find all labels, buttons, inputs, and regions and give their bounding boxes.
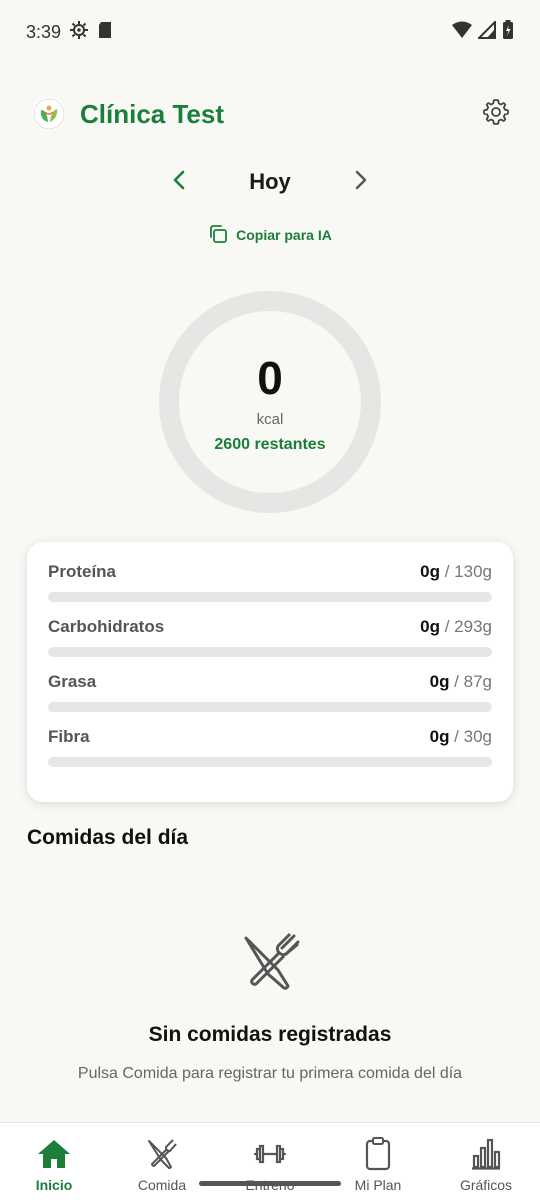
clinic-logo: [32, 97, 66, 131]
macro-name: Proteína: [48, 562, 117, 581]
macro-progress-track: [48, 757, 492, 767]
settings-button[interactable]: [480, 98, 512, 130]
nav-item-graficos[interactable]: Gráficos: [432, 1123, 540, 1200]
nav-label: Inicio: [35, 1177, 73, 1193]
nav-item-comida[interactable]: Comida: [108, 1123, 216, 1200]
macro-progress-track: [48, 647, 492, 657]
nav-item-entreno[interactable]: Entreno: [216, 1123, 324, 1200]
clipboard-icon: [361, 1137, 395, 1171]
next-day-button[interactable]: [340, 162, 380, 202]
date-navigator: Hoy: [0, 160, 540, 204]
gear-icon: [482, 98, 510, 131]
calories-unit: kcal: [256, 410, 284, 428]
app-title: Clínica Test: [80, 98, 225, 129]
chevron-left-icon: [170, 169, 190, 196]
nav-label: Mi Plan: [354, 1177, 402, 1193]
status-right: [452, 19, 514, 45]
meals-empty-state: Sin comidas registradas Pulsa Comida par…: [0, 930, 540, 1083]
macro-name: Grasa: [48, 672, 97, 691]
battery-icon: [502, 19, 514, 45]
macro-current: 0g: [429, 727, 450, 746]
gesture-home-indicator[interactable]: [199, 1181, 341, 1186]
macro-current: 0g: [420, 562, 440, 581]
macro-amount: 0g / 30g: [430, 727, 492, 747]
macro-target: / 87g: [449, 672, 492, 691]
macro-target: / 30g: [449, 727, 492, 746]
macro-current: 0g: [429, 672, 450, 691]
sd-card-icon: [97, 21, 113, 44]
nav-label: Comida: [137, 1177, 187, 1193]
chevron-right-icon: [350, 169, 370, 196]
nav-label: Gráficos: [459, 1177, 513, 1193]
macro-amount: 0g / 87g: [430, 672, 492, 692]
calorie-ring: 0 kcal 2600 restantes: [158, 290, 382, 514]
date-label: Hoy: [249, 169, 291, 194]
copy-for-ai-button[interactable]: Copiar para IA: [0, 222, 540, 248]
app-header: Clínica Test: [0, 88, 540, 140]
nav-item-inicio[interactable]: Inicio: [0, 1123, 108, 1200]
macro-current: 0g: [420, 617, 440, 636]
utensils-icon: [145, 1137, 179, 1171]
bar-chart-icon: [469, 1137, 503, 1171]
macro-row-fiber: Fibra 0g / 30g: [48, 727, 492, 782]
wifi-icon: [452, 21, 472, 44]
macro-name: Carbohidratos: [48, 617, 165, 636]
status-time: 3:39: [26, 21, 62, 42]
macro-row-protein: Proteína 0g / 130g: [48, 562, 492, 617]
macro-amount: 0g / 293g: [420, 617, 492, 637]
dumbbell-icon: [253, 1137, 287, 1171]
home-icon: [37, 1137, 71, 1171]
macro-amount: 0g / 130g: [420, 562, 492, 582]
nav-item-mi-plan[interactable]: Mi Plan: [324, 1123, 432, 1200]
previous-day-button[interactable]: [160, 162, 200, 202]
empty-state-subtitle: Pulsa Comida para registrar tu primera c…: [77, 1065, 463, 1082]
calorie-summary: 0 kcal 2600 restantes: [158, 290, 382, 514]
macro-progress-track: [48, 702, 492, 712]
meals-section-title: Comidas del día: [27, 826, 189, 849]
copy-for-ai-label: Copiar para IA: [236, 227, 332, 243]
status-bar: 3:39: [0, 0, 540, 64]
settings-status-icon: [69, 20, 89, 45]
utensils-icon: [238, 930, 302, 999]
macro-name: Fibra: [48, 727, 90, 746]
empty-state-title: Sin comidas registradas: [148, 1023, 392, 1046]
calories-remaining: 2600 restantes: [214, 435, 326, 453]
bottom-navigation: Inicio Comida Entreno Mi Plan Gráficos: [0, 1122, 540, 1200]
macro-progress-track: [48, 592, 492, 602]
macros-card: Proteína 0g / 130g Carbohidratos 0g / 29…: [27, 542, 513, 802]
macro-target: / 293g: [440, 617, 492, 636]
macro-row-carbs: Carbohidratos 0g / 293g: [48, 617, 492, 672]
copy-icon: [208, 224, 228, 247]
macro-target: / 130g: [440, 562, 492, 581]
signal-icon: [476, 19, 496, 44]
macro-row-fat: Grasa 0g / 87g: [48, 672, 492, 727]
calories-consumed: 0: [257, 351, 283, 404]
status-left: 3:39: [26, 20, 113, 45]
